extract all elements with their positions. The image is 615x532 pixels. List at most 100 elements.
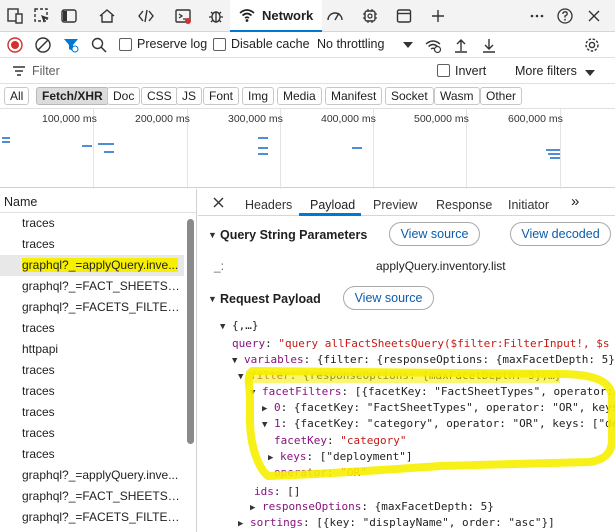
- type-filter-manifest[interactable]: Manifest: [325, 87, 383, 105]
- request-row[interactable]: traces: [0, 381, 184, 402]
- request-list-scroll-thumb[interactable]: [187, 219, 194, 444]
- request-row[interactable]: traces: [0, 213, 184, 234]
- close-devtools-icon[interactable]: [583, 5, 605, 27]
- console-icon[interactable]: [172, 5, 194, 27]
- type-filter-wasm[interactable]: Wasm: [434, 87, 480, 105]
- network-conditions-icon[interactable]: [424, 36, 442, 54]
- payload-keys-line[interactable]: ▶ keys: ["deployment"]: [268, 450, 413, 463]
- devtools-tab-bar: Network: [0, 0, 615, 32]
- tab-network-label: Network: [262, 7, 314, 23]
- type-filter-doc[interactable]: Doc: [107, 87, 141, 105]
- network-overview-timeline[interactable]: 100,000 ms 200,000 ms 300,000 ms 400,000…: [0, 108, 615, 189]
- payload-sortings-line[interactable]: ▶ sortings: [{key: "displayName", order:…: [238, 516, 555, 529]
- request-payload-title[interactable]: Request Payload: [220, 292, 321, 306]
- more-filters-chevron-icon[interactable]: [584, 68, 596, 78]
- elements-icon[interactable]: [135, 5, 157, 27]
- query-view-source-button[interactable]: View source: [389, 222, 480, 246]
- tab-initiator[interactable]: Initiator: [508, 198, 549, 212]
- view-decoded-button[interactable]: View decoded: [510, 222, 611, 246]
- memory-icon[interactable]: [359, 5, 381, 27]
- type-filter-js[interactable]: JS: [176, 87, 203, 105]
- clear-icon[interactable]: [34, 36, 52, 54]
- preserve-log-checkbox[interactable]: [119, 38, 132, 51]
- detail-tabs: Headers Payload Preview Response Initiat…: [198, 189, 615, 216]
- more-tools-icon[interactable]: [526, 5, 548, 27]
- request-row[interactable]: traces: [0, 402, 184, 423]
- payload-responseoptions-line[interactable]: ▶ responseOptions: {maxFacetDepth: 5}: [250, 500, 494, 513]
- request-row[interactable]: httpapi: [0, 339, 184, 360]
- name-column-header[interactable]: Name: [4, 195, 37, 209]
- more-filters-button[interactable]: More filters: [515, 64, 577, 78]
- tab-response[interactable]: Response: [436, 198, 492, 212]
- query-string-title[interactable]: Query String Parameters: [220, 228, 367, 242]
- expand-triangle-icon[interactable]: ▼: [208, 294, 217, 304]
- tab-preview[interactable]: Preview: [373, 198, 417, 212]
- payload-item0-line[interactable]: ▶ 0: {facetKey: "FactSheetTypes", operat…: [262, 401, 615, 414]
- request-list: Name traces traces graphql?_=applyQuery.…: [0, 189, 197, 532]
- type-filter-socket[interactable]: Socket: [385, 87, 434, 105]
- import-har-icon[interactable]: [452, 36, 470, 54]
- tab-headers[interactable]: Headers: [245, 198, 292, 212]
- type-filter-img[interactable]: Img: [242, 87, 275, 105]
- welcome-icon[interactable]: [96, 5, 118, 27]
- network-toolbar: Preserve log Disable cache No throttling: [0, 32, 615, 58]
- payload-filter-line[interactable]: ▼ filter: {responseOptions: {maxFacetDep…: [238, 369, 561, 382]
- request-row[interactable]: graphql?_=FACT_SHEETS_PE...: [0, 276, 184, 297]
- request-row[interactable]: traces: [0, 318, 184, 339]
- payload-root[interactable]: ▼ {,…}: [220, 319, 259, 332]
- timeline-tick: 100,000 ms: [42, 113, 97, 125]
- sources-icon[interactable]: [205, 5, 227, 27]
- help-icon[interactable]: [554, 5, 576, 27]
- type-filter-font[interactable]: Font: [203, 87, 240, 105]
- timeline-tick: 400,000 ms: [321, 113, 376, 125]
- filter-input[interactable]: Filter: [32, 64, 60, 78]
- search-icon[interactable]: [90, 36, 108, 54]
- record-icon[interactable]: [6, 36, 24, 54]
- timeline-tick: 200,000 ms: [135, 113, 190, 125]
- inspect-icon[interactable]: [31, 5, 53, 27]
- tab-payload[interactable]: Payload: [310, 198, 355, 212]
- timeline-tick: 500,000 ms: [414, 113, 469, 125]
- request-row[interactable]: graphql?_=applyQuery.inve...: [0, 465, 184, 486]
- export-har-icon[interactable]: [480, 36, 498, 54]
- payload-view-source-button[interactable]: View source: [343, 286, 434, 310]
- request-row[interactable]: graphql?_=FACETS_FILTER_...: [0, 507, 184, 528]
- more-tabs-icon[interactable]: »: [571, 193, 579, 210]
- request-row-label: graphql?_=applyQuery.inve...: [22, 258, 179, 272]
- request-row-selected[interactable]: graphql?_=applyQuery.inve...: [0, 255, 184, 276]
- type-filter-media[interactable]: Media: [277, 87, 322, 105]
- network-icon: [239, 9, 255, 22]
- type-filter-all[interactable]: All: [4, 87, 30, 105]
- request-row[interactable]: graphql?_=FACT_SHEETS_PE...: [0, 486, 184, 507]
- request-list-header[interactable]: Name: [0, 189, 196, 213]
- throttling-select[interactable]: No throttling: [317, 37, 384, 51]
- performance-icon[interactable]: [324, 5, 346, 27]
- payload-item1-line[interactable]: ▼ 1: {facetKey: "category", operator: "O…: [262, 417, 615, 430]
- payload-variables-line[interactable]: ▼ variables: {filter: {responseOptions: …: [232, 353, 615, 366]
- filter-row: Filter Invert More filters: [0, 58, 615, 84]
- add-tool-icon[interactable]: [427, 5, 449, 27]
- invert-label: Invert: [455, 64, 487, 78]
- payload-ids-line: ids: []: [254, 485, 301, 498]
- disable-cache-checkbox[interactable]: [213, 38, 226, 51]
- request-detail-pane: Headers Payload Preview Response Initiat…: [198, 189, 615, 532]
- request-row[interactable]: traces: [0, 360, 184, 381]
- request-row[interactable]: traces: [0, 234, 184, 255]
- request-row[interactable]: traces: [0, 423, 184, 444]
- type-filter-fetch-xhr[interactable]: Fetch/XHR: [36, 87, 109, 105]
- type-filter-css[interactable]: CSS: [141, 87, 178, 105]
- device-toggle-icon[interactable]: [4, 5, 26, 27]
- network-settings-icon[interactable]: [583, 36, 601, 54]
- request-row[interactable]: traces: [0, 444, 184, 465]
- toggle-panel-icon[interactable]: [58, 5, 80, 27]
- chevron-down-icon[interactable]: [402, 40, 414, 50]
- expand-triangle-icon[interactable]: ▼: [208, 230, 217, 240]
- invert-checkbox[interactable]: [437, 64, 450, 77]
- tab-network[interactable]: Network: [230, 0, 322, 32]
- type-filter-other[interactable]: Other: [480, 87, 523, 105]
- payload-facetfilters-line[interactable]: ▼ facetFilters: [{facetKey: "FactSheetTy…: [250, 385, 613, 398]
- close-detail-icon[interactable]: [212, 196, 225, 209]
- request-row[interactable]: graphql?_=FACETS_FILTER_...: [0, 297, 184, 318]
- filter-toggle-icon[interactable]: [62, 36, 80, 54]
- application-icon[interactable]: [393, 5, 415, 27]
